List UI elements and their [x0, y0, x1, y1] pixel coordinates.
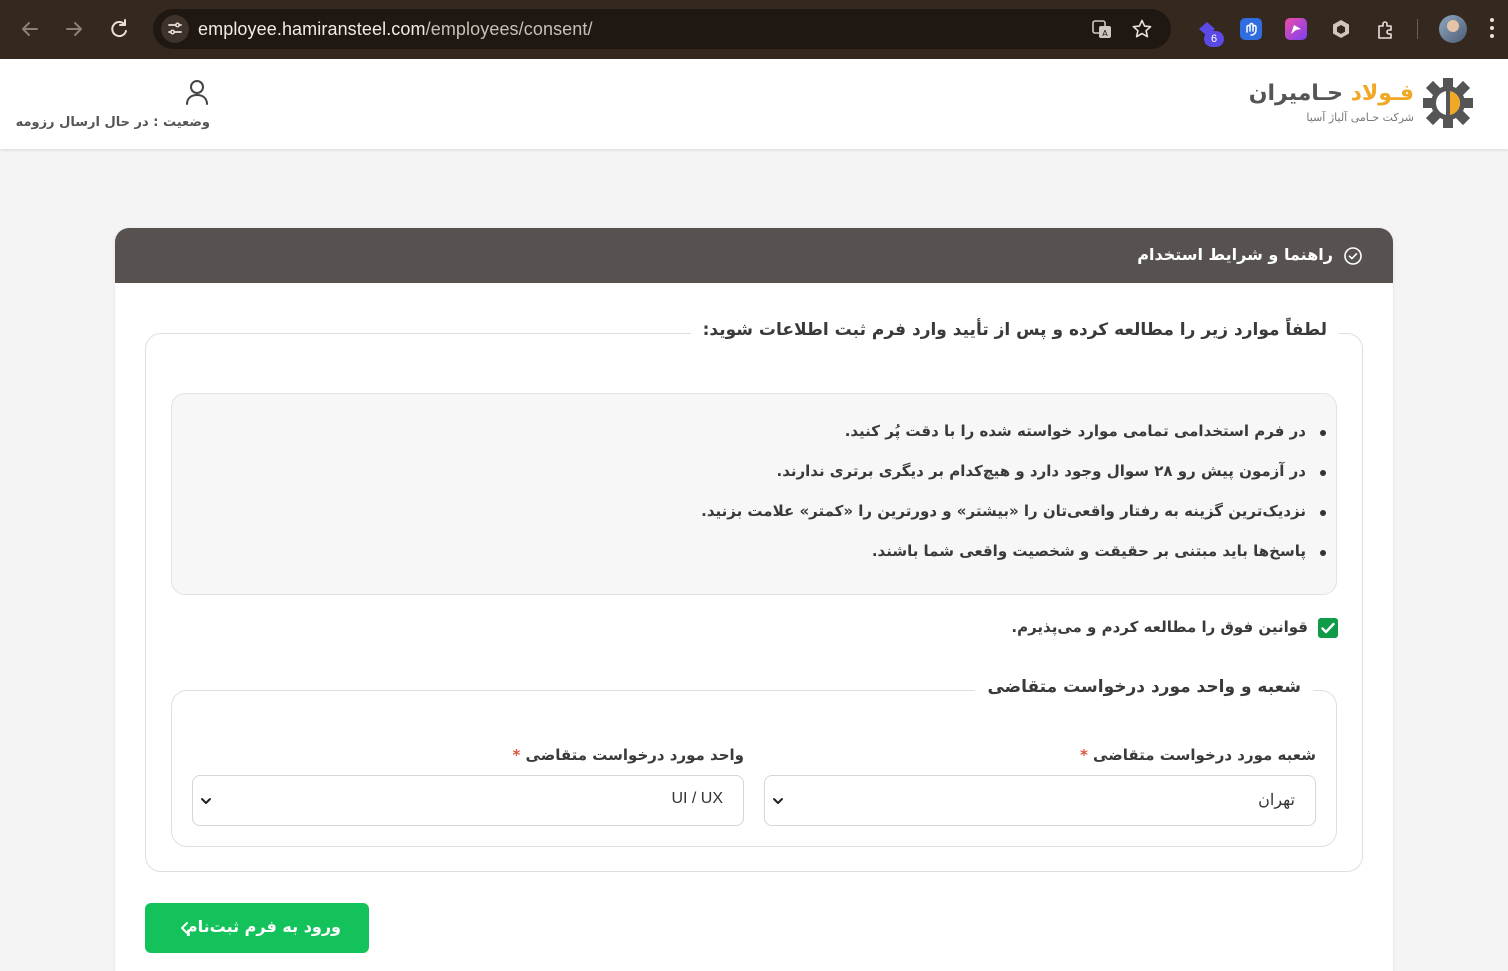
- logo-mark-icon: [1423, 78, 1473, 128]
- user-status-text: وضعیت : در حال ارسال رزومه: [15, 115, 210, 130]
- url-path: /employees/consent/: [425, 19, 593, 39]
- extension-icon-4[interactable]: [1330, 18, 1352, 40]
- consent-checkbox[interactable]: [1318, 618, 1338, 638]
- forward-icon[interactable]: [60, 15, 88, 43]
- checkmark-icon: [1321, 622, 1335, 634]
- url-text[interactable]: employee.hamiransteel.com/employees/cons…: [198, 19, 593, 40]
- rules-legend: لطفاً موارد زیر را مطالعه کرده و پس از ت…: [690, 320, 1339, 340]
- extension-badge: 6: [1204, 31, 1224, 47]
- unit-select-value: UI / UX: [671, 790, 723, 807]
- address-bar[interactable]: employee.hamiransteel.com/employees/cons…: [153, 9, 1171, 49]
- rule-item: در فرم استخدامی تمامی موارد خواسته شده ر…: [844, 422, 1327, 440]
- url-host: employee.hamiransteel.com: [198, 19, 426, 39]
- enter-registration-button[interactable]: ورود به فرم ثبت‌نام: [145, 903, 369, 953]
- consent-label[interactable]: قوانین فوق را مطالعه کردم و می‌پذیرم.: [1011, 618, 1308, 636]
- branch-select[interactable]: تهران: [764, 775, 1316, 826]
- reload-icon[interactable]: [105, 15, 133, 43]
- branch-select-value: تهران: [1258, 792, 1295, 809]
- branch-field-label: شعبه مورد درخواست متقاضی *: [1080, 746, 1316, 764]
- chevron-down-icon: [773, 798, 783, 804]
- extension-icon-2[interactable]: [1240, 18, 1262, 40]
- card-title: راهنما و شرایط استخدام: [1137, 245, 1333, 264]
- submit-button-label: ورود به فرم ثبت‌نام: [185, 917, 341, 936]
- rule-item: در آزمون پیش رو ۲۸ سوال وجود دارد و هیچ‌…: [776, 462, 1327, 480]
- extensions-puzzle-icon[interactable]: [1375, 18, 1397, 40]
- consent-row[interactable]: قوانین فوق را مطالعه کردم و می‌پذیرم.: [1011, 617, 1338, 639]
- unit-label-text: واحد مورد درخواست متقاضی: [525, 746, 744, 764]
- profile-avatar[interactable]: [1439, 15, 1467, 43]
- browser-menu-icon[interactable]: [1489, 18, 1495, 40]
- translate-icon[interactable]: A: [1091, 18, 1113, 40]
- bookmark-star-icon[interactable]: [1131, 18, 1153, 40]
- check-circle-icon: [1344, 247, 1362, 265]
- extension-icon-3[interactable]: [1285, 18, 1307, 40]
- svg-text:A: A: [1102, 29, 1108, 38]
- company-logo[interactable]: فـولاد حـامیران شرکت حـامی آلیاژ آسیا: [1249, 77, 1474, 131]
- rules-list: در فرم استخدامی تمامی موارد خواسته شده ر…: [171, 393, 1337, 595]
- logo-subtitle: شرکت حـامی آلیاژ آسیا: [1306, 111, 1414, 124]
- card-header: راهنما و شرایط استخدام: [115, 228, 1393, 283]
- user-panel: وضعیت : در حال ارسال رزومه: [16, 77, 210, 137]
- user-icon[interactable]: [185, 79, 209, 105]
- site-info-icon[interactable]: [161, 15, 189, 43]
- chevron-down-icon: [201, 798, 211, 804]
- rule-item: پاسخ‌ها باید مبتنی بر حقیقت و شخصیت واقع…: [871, 542, 1327, 560]
- logo-title-rest: حـامیران: [1248, 81, 1351, 106]
- required-mark: *: [512, 746, 521, 764]
- logo-title: فـولاد حـامیران: [1249, 81, 1414, 106]
- logo-title-accent: فـولاد: [1350, 81, 1414, 106]
- unit-field-label: واحد مورد درخواست متقاضی *: [512, 746, 744, 764]
- consent-card: راهنما و شرایط استخدام لطفاً موارد زیر ر…: [115, 228, 1393, 971]
- rule-item: نزدیک‌ترین گزینه به رفتار واقعی‌تان را «…: [701, 502, 1326, 520]
- branch-label-text: شعبه مورد درخواست متقاضی: [1093, 746, 1316, 764]
- site-header: وضعیت : در حال ارسال رزومه فـولاد حـامیر…: [0, 59, 1508, 149]
- required-mark: *: [1079, 746, 1088, 764]
- branch-legend: شعبه و واحد مورد درخواست متقاضی: [975, 677, 1313, 697]
- toolbar-separator: [1417, 19, 1418, 39]
- unit-select[interactable]: UI / UX: [192, 775, 744, 826]
- back-icon[interactable]: [16, 15, 44, 43]
- browser-toolbar: employee.hamiransteel.com/employees/cons…: [0, 0, 1508, 59]
